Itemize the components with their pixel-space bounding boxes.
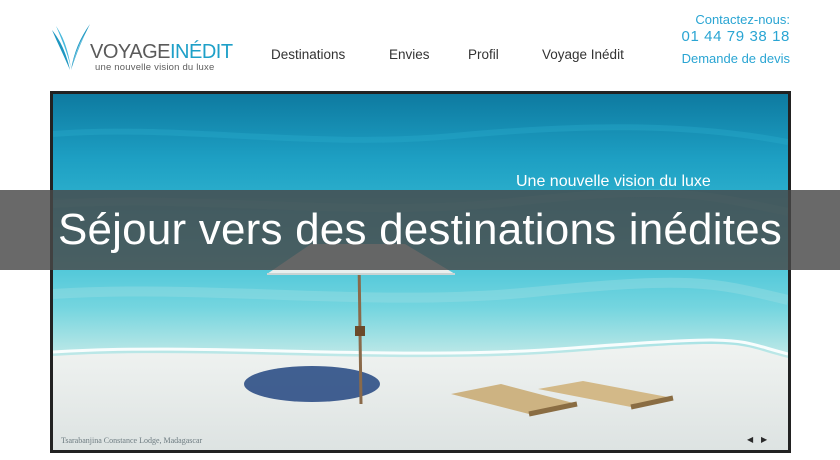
logo-name: VOYAGEINÉDIT	[90, 41, 233, 63]
nav-envies[interactable]: Envies	[389, 47, 430, 62]
v-wave-logo-icon	[52, 24, 90, 70]
hero-caption: Tsarabanjina Constance Lodge, Madagascar	[61, 436, 202, 445]
site-header: VOYAGEINÉDIT une nouvelle vision du luxe…	[0, 0, 840, 90]
arrow-left-icon[interactable]: ◀	[747, 435, 754, 444]
site-logo[interactable]: VOYAGEINÉDIT une nouvelle vision du luxe	[50, 22, 240, 74]
contact-label: Contactez-nous:	[695, 12, 790, 27]
logo-name-part2: INÉDIT	[170, 41, 233, 63]
contact-block: Contactez-nous: 01 44 79 38 18 Demande d…	[682, 11, 791, 67]
nav-profil[interactable]: Profil	[468, 47, 499, 62]
hero-slogan: Une nouvelle vision du luxe	[516, 173, 711, 190]
banner-title: Séjour vers des destinations inédites	[57, 205, 783, 254]
arrow-right-icon[interactable]: ▶	[761, 435, 768, 444]
hero-image-beach: Une nouvelle vision du luxe Tsarabanjina…	[53, 94, 788, 450]
nav-voyage-inedit[interactable]: Voyage Inédit	[542, 47, 624, 62]
nav-destinations[interactable]: Destinations	[271, 47, 345, 62]
title-banner: Séjour vers des destinations inédites	[0, 190, 840, 270]
logo-tagline: une nouvelle vision du luxe	[95, 62, 215, 73]
quote-request-link[interactable]: Demande de devis	[682, 50, 790, 67]
hero-slideshow: Une nouvelle vision du luxe Tsarabanjina…	[50, 91, 791, 453]
logo-name-part1: VOYAGE	[90, 41, 171, 63]
contact-phone[interactable]: 01 44 79 38 18	[682, 28, 791, 45]
